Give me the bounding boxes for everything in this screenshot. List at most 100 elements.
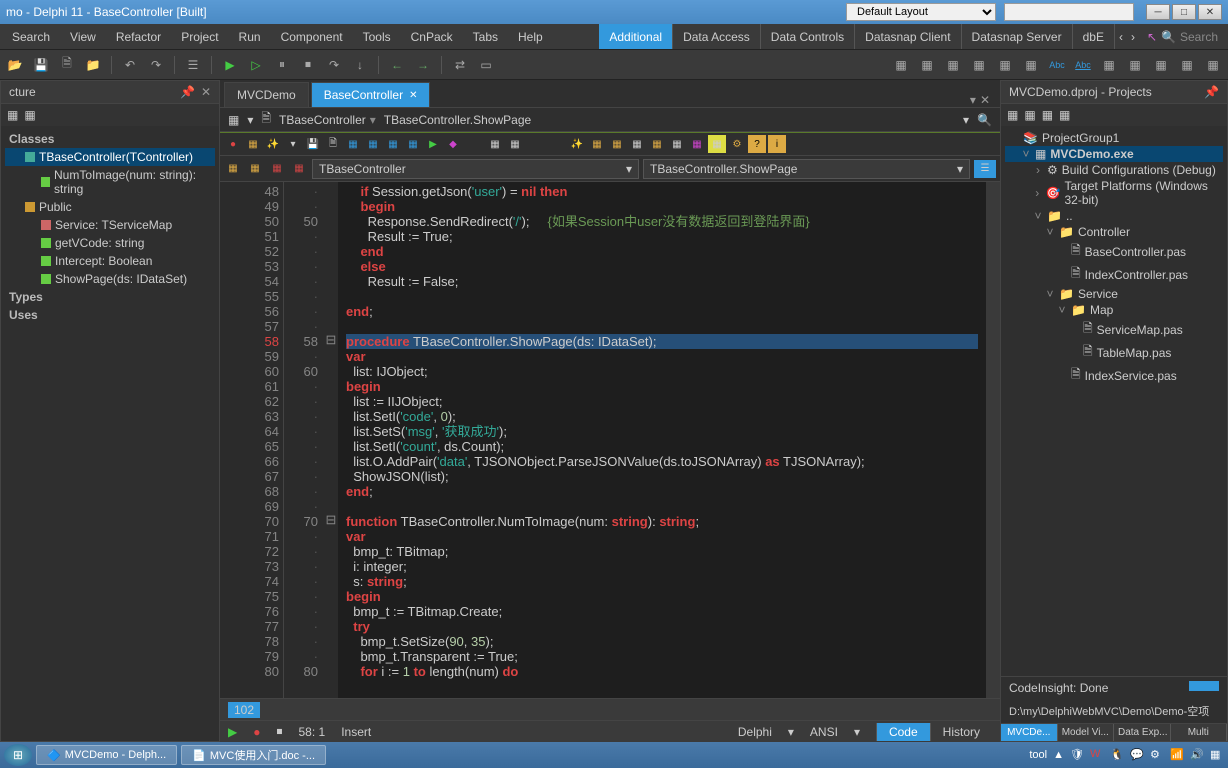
taskbar-item-doc[interactable]: 📄 MVC使用入门.doc -... [181, 745, 326, 765]
palette-icon-3[interactable]: ▦ [942, 54, 964, 76]
tray-chevron-icon[interactable]: ▲ [1053, 749, 1064, 761]
method-combo[interactable]: TBaseController.ShowPage▾ [643, 159, 970, 179]
menu-search[interactable]: Search [2, 26, 60, 48]
palette-icon-8[interactable]: ▦ [1124, 54, 1146, 76]
tt-22[interactable]: ▦ [608, 135, 626, 153]
menu-run[interactable]: Run [229, 26, 271, 48]
proj-tb-2[interactable]: ▦ [1024, 108, 1035, 122]
menu-view[interactable]: View [60, 26, 106, 48]
proj-file-idxsvc[interactable]: 🗎 IndexService.pas [1005, 364, 1223, 387]
proj-exe[interactable]: ˅▦ MVCDemo.exe [1005, 146, 1223, 162]
proj-file-tblmap[interactable]: 🗎 TableMap.pas [1005, 341, 1223, 364]
tab-close-icon[interactable]: ✕ [409, 90, 417, 101]
proj-target[interactable]: ›🎯 Target Platforms (Windows 32-bit) [1005, 178, 1223, 208]
toggle-icon[interactable]: ⇄ [449, 54, 471, 76]
proj-folder-map[interactable]: ˅📁 Map [1005, 302, 1223, 318]
tab-prev-icon[interactable]: ‹ [1115, 30, 1127, 44]
tt-6[interactable]: 🗎 [324, 135, 342, 153]
member-intercept[interactable]: Intercept: Boolean [5, 252, 215, 270]
bc-icon-2[interactable]: 🗎 [261, 109, 271, 130]
insert-mode[interactable]: Insert [341, 725, 371, 739]
tt-info[interactable]: i [768, 135, 786, 153]
nav-icon-5[interactable]: ☰ [974, 160, 996, 178]
tray-icon-5[interactable]: ⚙ [1150, 748, 1164, 762]
tab-dropdown-icon[interactable]: ▾ [970, 93, 976, 107]
palette-icon-6[interactable]: ▦ [1020, 54, 1042, 76]
proj-tb-3[interactable]: ▦ [1042, 108, 1053, 122]
nav-icon-3[interactable]: ▦ [268, 160, 286, 178]
save-icon[interactable]: 💾 [30, 54, 52, 76]
tray-icon-4[interactable]: 💬 [1130, 748, 1144, 762]
tab-next-icon[interactable]: › [1127, 30, 1139, 44]
tt-10[interactable]: ▦ [404, 135, 422, 153]
tt-5[interactable]: 💾 [304, 135, 322, 153]
menutab-dbe[interactable]: dbE [1073, 24, 1115, 49]
menutab-data-controls[interactable]: Data Controls [761, 24, 855, 49]
tab-basecontroller[interactable]: BaseController✕ [311, 82, 431, 107]
close-button[interactable]: ✕ [1198, 4, 1222, 20]
rec-icon[interactable]: ▶ [228, 725, 237, 739]
tt-23[interactable]: ▦ [628, 135, 646, 153]
layout-combo[interactable]: Default Layout [846, 3, 996, 21]
menutab-datasnap-client[interactable]: Datasnap Client [855, 24, 961, 49]
tt-12[interactable]: ◆ [444, 135, 462, 153]
proj-file-index[interactable]: 🗎 IndexController.pas [1005, 263, 1223, 286]
palette-icon-4[interactable]: ▦ [968, 54, 990, 76]
tray-icon-6[interactable]: 📶 [1170, 748, 1184, 762]
proj-folder-controller[interactable]: ˅📁 Controller [1005, 224, 1223, 240]
panel-close-icon[interactable]: ✕ [201, 85, 211, 99]
status-tab-code[interactable]: Code [876, 723, 930, 741]
tt-24[interactable]: ▦ [648, 135, 666, 153]
tray-volume-icon[interactable]: 🔊 [1190, 748, 1204, 762]
fold-gutter[interactable]: ⊟⊟ [324, 182, 338, 698]
pin-icon[interactable]: 📌 [180, 85, 195, 99]
pause-icon[interactable]: ⏸ [271, 54, 293, 76]
titlebar-search[interactable] [1004, 3, 1134, 21]
run-icon[interactable]: ▶ [219, 54, 241, 76]
tt-20[interactable]: ✨ [568, 135, 586, 153]
pin-icon[interactable]: 📌 [1204, 85, 1219, 99]
abc-u-icon[interactable]: Abc [1072, 54, 1094, 76]
menu-refactor[interactable]: Refactor [106, 26, 171, 48]
tt-8[interactable]: ▦ [364, 135, 382, 153]
rtab-multi[interactable]: Multi [1171, 724, 1228, 741]
palette-icon-9[interactable]: ▦ [1150, 54, 1172, 76]
bc-dropdown-2[interactable]: ▾ [963, 113, 969, 127]
bc-icon-1[interactable]: ▦ [228, 113, 239, 127]
start-button[interactable]: ⊞ [4, 744, 32, 766]
forward-icon[interactable]: → [412, 54, 434, 76]
proj-root[interactable]: 📚 ProjectGroup1 [1005, 130, 1223, 146]
struct-tb-2[interactable]: ▦ [24, 108, 35, 122]
tt-9[interactable]: ▦ [384, 135, 402, 153]
menutab-additional[interactable]: Additional [599, 24, 673, 49]
proj-tb-4[interactable]: ▦ [1059, 108, 1070, 122]
minimize-button[interactable]: ─ [1146, 4, 1170, 20]
code-body[interactable]: if Session.getJson('user') = nil then be… [338, 182, 986, 698]
nav-icon-1[interactable]: ▦ [224, 160, 242, 178]
proj-file-base[interactable]: 🗎 BaseController.pas [1005, 240, 1223, 263]
tt-26[interactable]: ▦ [688, 135, 706, 153]
menutab-datasnap-server[interactable]: Datasnap Server [962, 24, 1073, 49]
tt-7[interactable]: ▦ [344, 135, 362, 153]
bc-dropdown-1[interactable]: ▾ [247, 113, 253, 127]
rtab-mvcdemo[interactable]: MVCDe... [1001, 724, 1058, 741]
member-getvcode[interactable]: getVCode: string [5, 234, 215, 252]
bc-search-icon[interactable]: 🔍 [977, 113, 992, 127]
tt-27[interactable]: ▦ [708, 135, 726, 153]
class-combo[interactable]: TBaseController▾ [312, 159, 639, 179]
member-numtoimage[interactable]: NumToImage(num: string): string [5, 166, 215, 198]
tab-mvcdemo[interactable]: MVCDemo [224, 82, 309, 107]
tt-4[interactable]: ▾ [284, 135, 302, 153]
palette-icon-2[interactable]: ▦ [916, 54, 938, 76]
tt-2[interactable]: ▦ [244, 135, 262, 153]
proj-file-svcmap[interactable]: 🗎 ServiceMap.pas [1005, 318, 1223, 341]
back-icon[interactable]: ← [386, 54, 408, 76]
tray-icon-2[interactable]: W [1090, 748, 1104, 762]
lang-mode[interactable]: Delphi [738, 725, 772, 739]
menu-tabs[interactable]: Tabs [463, 26, 508, 48]
tt-1[interactable]: ● [224, 135, 242, 153]
abc-icon[interactable]: Abc [1046, 54, 1068, 76]
rec-dot-icon[interactable]: ● [253, 725, 260, 739]
form-icon[interactable]: ▭ [475, 54, 497, 76]
tt-25[interactable]: ▦ [668, 135, 686, 153]
